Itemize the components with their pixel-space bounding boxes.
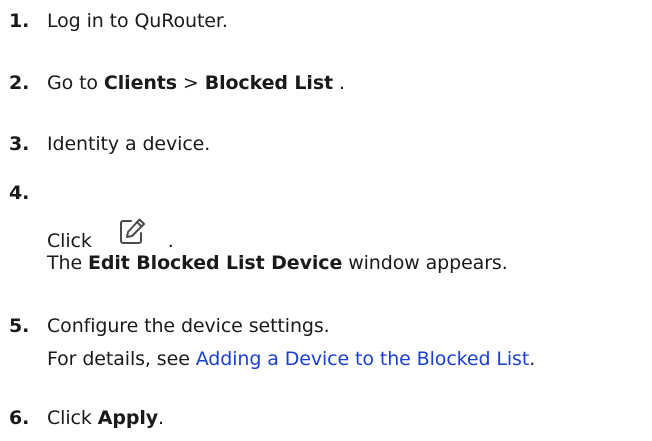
menu-blocked-list: Blocked List	[204, 72, 334, 94]
step-text-line: Configure the device settings.	[47, 313, 647, 339]
step-text: Configure the device settings.	[47, 315, 330, 337]
detail-suffix: .	[529, 348, 536, 370]
step-number: 2.	[9, 72, 30, 94]
step-content: Click Apply.	[47, 405, 647, 431]
detail-text: For details, see	[47, 348, 196, 370]
step-suffix: .	[333, 72, 345, 94]
step-content: Click . The Edit Blocked List Device win…	[47, 218, 647, 276]
edit-icon[interactable]	[117, 216, 147, 246]
result-text: The	[47, 252, 88, 274]
apply-label: Apply	[97, 407, 159, 429]
edit-icon-slot	[98, 218, 168, 254]
step-number: 1.	[9, 10, 30, 32]
step-suffix: .	[158, 407, 164, 429]
adding-device-link[interactable]: Adding a Device to the Blocked List	[196, 348, 530, 370]
procedure-steps: 1. Log in to QuRouter. 2. Go to Clients …	[0, 0, 652, 441]
step-number: 3.	[9, 133, 30, 155]
step-text: Log in to QuRouter.	[47, 10, 228, 32]
step-text: Identity a device.	[47, 133, 211, 155]
click-text: Click	[47, 230, 98, 252]
step-content: Identity a device.	[47, 131, 647, 157]
step-content: Go to Clients > Blocked List .	[47, 70, 647, 96]
step-number: 5.	[9, 315, 30, 337]
step-text: Go to	[47, 72, 104, 94]
step-text: Click	[47, 407, 98, 429]
result-suffix: window appears.	[342, 252, 508, 274]
step-number: 6.	[9, 407, 30, 429]
step-number: 4.	[9, 182, 30, 204]
click-suffix: .	[167, 230, 174, 252]
detail-line: For details, see Adding a Device to the …	[47, 346, 647, 372]
window-name: Edit Blocked List Device	[87, 252, 343, 274]
menu-clients: Clients	[103, 72, 177, 94]
path-separator: >	[176, 72, 205, 94]
step-content: Configure the device settings. For detai…	[47, 313, 647, 372]
click-line: Click .	[47, 218, 647, 252]
step-content: Log in to QuRouter.	[47, 8, 647, 34]
